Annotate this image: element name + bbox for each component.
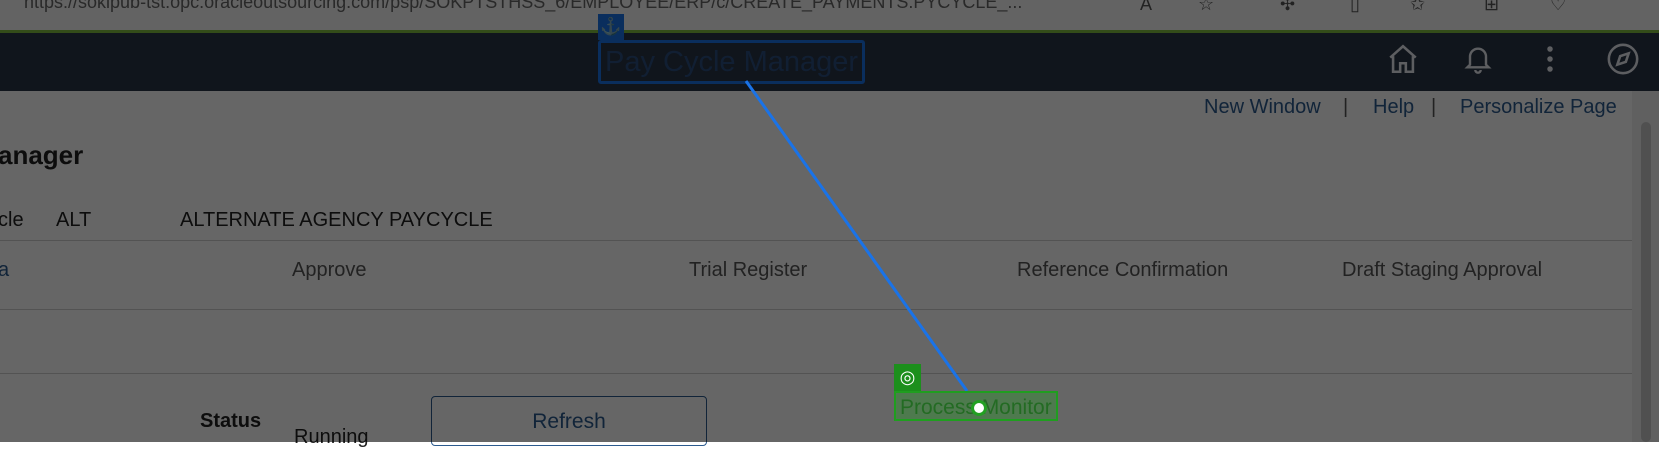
divider [0,309,1632,310]
divider [0,240,1632,241]
refresh-button[interactable]: Refresh [431,396,707,446]
target-icon: ◎ [894,364,921,391]
new-window-link[interactable]: New Window [1204,96,1321,119]
collections-icon[interactable]: ⊞ [1484,0,1499,15]
browser-essentials-icon[interactable]: ♡ [1550,0,1566,15]
bell-icon[interactable] [1458,42,1498,82]
split-view-icon[interactable]: ▯ [1350,0,1360,15]
more-vertical-icon[interactable] [1530,42,1570,82]
divider [0,373,1632,374]
paycycle-label: cle [0,209,24,231]
status-label: Status [200,410,262,432]
link-separator: | [1431,96,1437,118]
link-separator: | [1343,96,1349,118]
step-reference-confirmation: Reference Confirmation [1017,259,1229,281]
url-text[interactable]: https://sokipub-tst.opc.oracleoutsourcin… [24,0,1022,13]
click-point-marker [971,400,987,416]
personalize-page-link[interactable]: Personalize Page [1460,96,1617,119]
favorites-icon[interactable]: ✩ [1410,0,1425,15]
status-value: Running [294,426,369,448]
scrollbar-thumb[interactable] [1641,122,1651,442]
page-title[interactable]: Pay Cycle Manager [598,40,866,84]
extensions-icon[interactable]: ✣ [1280,0,1295,15]
reader-icon[interactable]: A [1140,0,1152,15]
paycycle-code: ALT [56,209,92,231]
browser-url-bar[interactable]: https://sokipub-tst.opc.oracleoutsourcin… [0,0,1659,33]
compass-icon[interactable] [1603,42,1643,82]
step-approve: Approve [292,259,367,281]
anchor-icon: ⚓ [598,14,624,40]
home-icon[interactable] [1383,42,1423,82]
step-draft-staging-approval: Draft Staging Approval [1342,259,1543,281]
help-link[interactable]: Help [1373,96,1414,119]
step-trial-register: Trial Register [689,259,808,281]
paycycle-description: ALTERNATE AGENCY PAYCYCLE [180,209,493,231]
star-icon[interactable]: ☆ [1198,0,1214,15]
step-link-first[interactable]: a [0,259,9,282]
page-heading: anager [0,140,84,170]
